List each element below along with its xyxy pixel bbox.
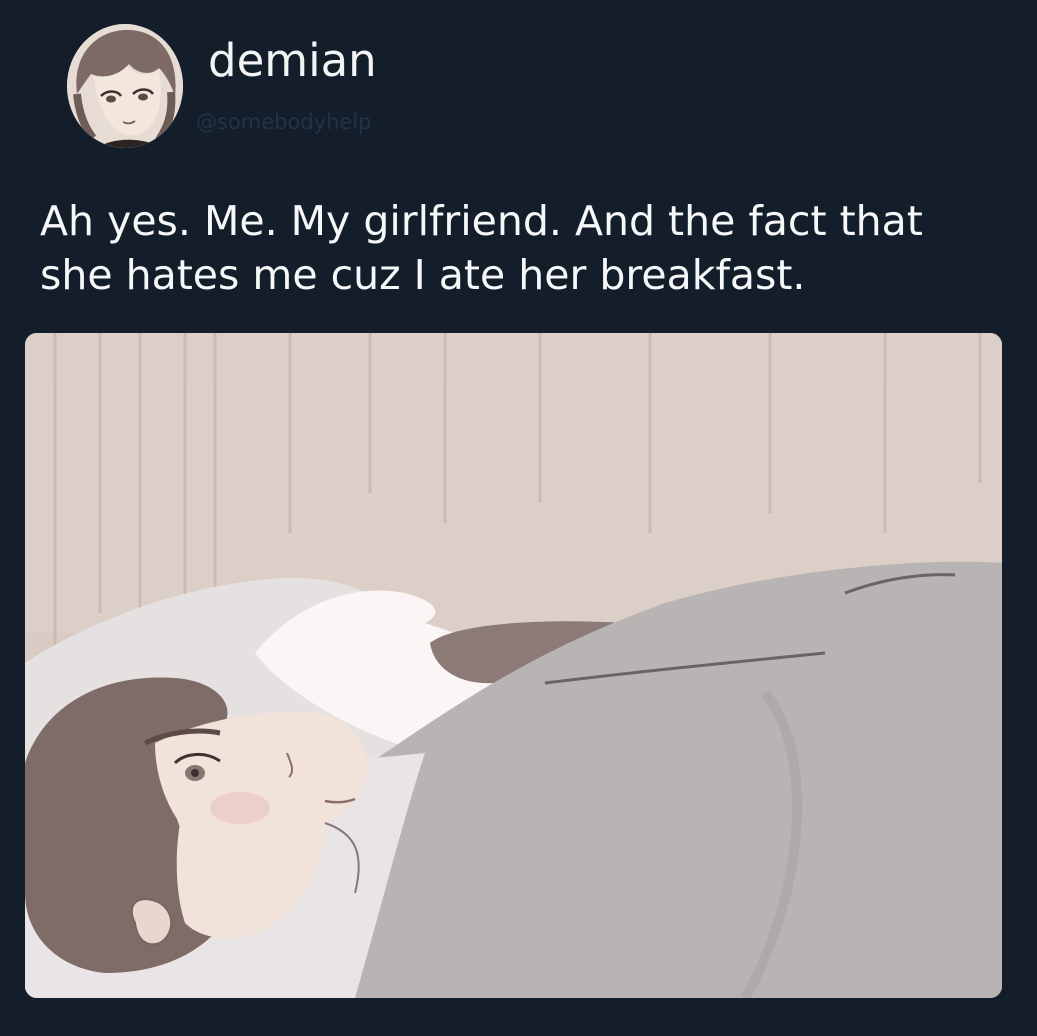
tweet-text-line: she hates me cuz I ate her breakfast. [40, 251, 806, 299]
avatar[interactable] [67, 24, 183, 148]
avatar-illustration [67, 24, 183, 148]
tweet-image[interactable] [25, 333, 1002, 998]
bed-illustration [25, 333, 1002, 998]
tweet-text-line: Ah yes. Me. My girlfriend. And the fact … [40, 197, 923, 245]
author-handle[interactable]: @somebodyhelp [196, 112, 372, 133]
tweet-text: Ah yes. Me. My girlfriend. And the fact … [40, 194, 1010, 302]
tweet-screenshot: demian @somebodyhelp Ah yes. Me. My girl… [0, 0, 1037, 1036]
author-display-name[interactable]: demian [208, 38, 377, 83]
